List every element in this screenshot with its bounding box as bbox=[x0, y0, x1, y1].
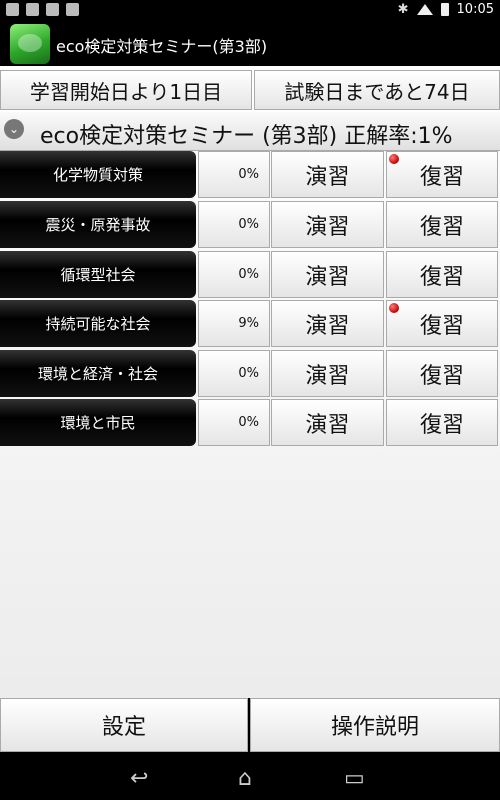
topic-row: 環境と市民 0% 演習 復習 bbox=[0, 399, 500, 448]
topic-row: 化学物質対策 0% 演習 復習 bbox=[0, 151, 500, 200]
practice-button[interactable]: 演習 bbox=[271, 251, 384, 298]
review-label: 復習 bbox=[419, 363, 464, 389]
wifi-icon bbox=[416, 4, 433, 15]
review-button[interactable]: 復習 bbox=[386, 201, 498, 248]
barcode-icon bbox=[46, 3, 59, 16]
status-bar: ✱ 10:05 bbox=[0, 0, 500, 21]
review-label: 復習 bbox=[419, 214, 464, 240]
home-icon[interactable]: ⌂ bbox=[238, 766, 252, 791]
review-label: 復習 bbox=[419, 313, 464, 339]
review-label: 復習 bbox=[419, 164, 464, 190]
chevron-down-icon[interactable]: ⌄ bbox=[4, 119, 24, 139]
app-logo-icon bbox=[10, 24, 50, 64]
study-start-day-button[interactable]: 学習開始日より1日目 bbox=[0, 70, 252, 110]
battery-icon bbox=[440, 3, 449, 16]
topic-percent: 0% bbox=[198, 399, 270, 446]
topic-name: 環境と経済・社会 bbox=[0, 350, 196, 397]
practice-button[interactable]: 演習 bbox=[271, 399, 384, 446]
recents-icon[interactable]: ▭ bbox=[344, 766, 365, 791]
clock: 10:05 bbox=[456, 2, 494, 17]
back-icon[interactable]: ↩ bbox=[130, 766, 148, 791]
topic-name: 循環型社会 bbox=[0, 251, 196, 298]
review-button[interactable]: 復習 bbox=[386, 350, 498, 397]
mail-icon bbox=[6, 3, 19, 16]
topic-percent: 0% bbox=[198, 350, 270, 397]
practice-button[interactable]: 演習 bbox=[271, 350, 384, 397]
seminar-title: eco検定対策セミナー (第3部) 正解率:1% bbox=[40, 124, 453, 149]
topic-name: 環境と市民 bbox=[0, 399, 196, 446]
review-badge-icon bbox=[389, 303, 399, 313]
review-button[interactable]: 復習 bbox=[386, 151, 498, 198]
instructions-button[interactable]: 操作説明 bbox=[250, 698, 500, 752]
topic-percent: 9% bbox=[198, 300, 270, 347]
practice-button[interactable]: 演習 bbox=[271, 151, 384, 198]
topic-percent: 0% bbox=[198, 151, 270, 198]
review-button[interactable]: 復習 bbox=[386, 399, 498, 446]
notification-icons bbox=[6, 3, 79, 16]
navigation-bar: ↩ ⌂ ▭ bbox=[0, 752, 500, 800]
practice-button[interactable]: 演習 bbox=[271, 300, 384, 347]
topic-row: 震災・原発事故 0% 演習 復習 bbox=[0, 201, 500, 250]
settings-button[interactable]: 設定 bbox=[0, 698, 248, 752]
review-label: 復習 bbox=[419, 412, 464, 438]
topic-percent: 0% bbox=[198, 251, 270, 298]
topic-row: 環境と経済・社会 0% 演習 復習 bbox=[0, 350, 500, 399]
topic-name: 震災・原発事故 bbox=[0, 201, 196, 248]
review-label: 復習 bbox=[419, 264, 464, 290]
topic-row: 持続可能な社会 9% 演習 復習 bbox=[0, 300, 500, 349]
practice-button[interactable]: 演習 bbox=[271, 201, 384, 248]
topic-name: 化学物質対策 bbox=[0, 151, 196, 198]
topic-percent: 0% bbox=[198, 201, 270, 248]
review-button[interactable]: 復習 bbox=[386, 300, 498, 347]
app-title: eco検定対策セミナー(第3部) bbox=[56, 37, 268, 56]
exam-countdown-button[interactable]: 試験日まであと74日 bbox=[254, 70, 500, 110]
review-badge-icon bbox=[389, 154, 399, 164]
google-plus-icon bbox=[26, 3, 39, 16]
topic-row: 循環型社会 0% 演習 復習 bbox=[0, 251, 500, 300]
review-button[interactable]: 復習 bbox=[386, 251, 498, 298]
system-icons: ✱ 10:05 bbox=[398, 2, 494, 17]
task-icon bbox=[66, 3, 79, 16]
topic-name: 持続可能な社会 bbox=[0, 300, 196, 347]
seminar-header[interactable]: ⌄ eco検定対策セミナー (第3部) 正解率:1% bbox=[0, 112, 500, 151]
bluetooth-icon: ✱ bbox=[397, 2, 409, 17]
